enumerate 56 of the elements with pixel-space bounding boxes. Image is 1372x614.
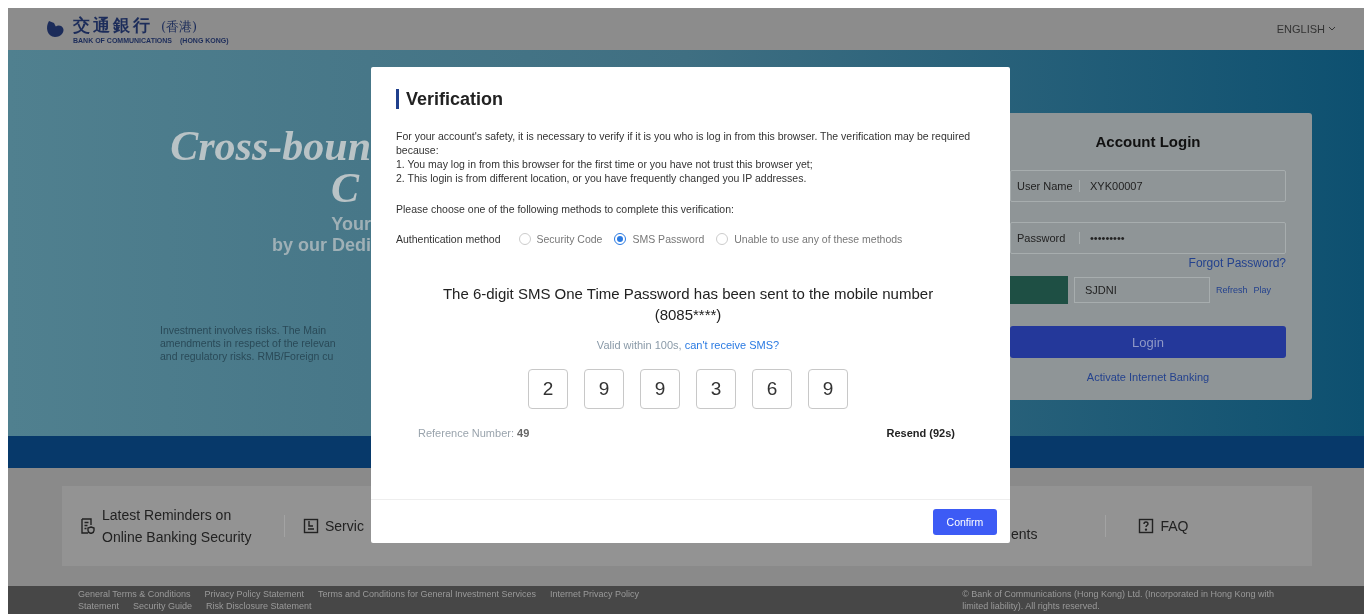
footer-link[interactable]: Terms and Conditions for General Investment Services: [317, 589, 537, 599]
banner-subtitle: by our Dedi: [272, 235, 371, 256]
copyright-text: limited liability). All rights reserved.: [962, 601, 1101, 611]
banner-subtitle: Your: [331, 214, 371, 235]
bank-name-chinese: 交通銀行: [73, 14, 153, 37]
method-option-label: SMS Password: [632, 233, 705, 245]
otp-digit-field[interactable]: 2: [528, 369, 568, 409]
method-radio-option[interactable]: SMS Password: [614, 233, 705, 245]
validity-text: Valid within 100s, can't receive SMS?: [595, 339, 781, 351]
dialog-title: Verification: [396, 89, 980, 109]
captcha-field[interactable]: SJDNI: [1074, 277, 1210, 303]
copyright-text: © Bank of Communications (Hong Kong) Ltd. (Incorporated in Hong Kong with: [962, 589, 1274, 599]
quick-link[interactable]: FAQ: [1160, 515, 1189, 537]
confirm-button[interactable]: Confirm: [933, 508, 997, 535]
login-title: Account Login: [1094, 133, 1202, 150]
footer-link[interactable]: Security Guide: [133, 601, 193, 611]
login-button[interactable]: Login: [1010, 326, 1286, 358]
chevron-down-icon: [1328, 26, 1336, 32]
activate-banking-link[interactable]: Activate Internet Banking: [1086, 371, 1210, 383]
refresh-link[interactable]: Refresh: [1216, 285, 1248, 295]
login-field[interactable]: User Name XYK00007: [1010, 170, 1286, 202]
footer-link[interactable]: Risk Disclosure Statement: [206, 601, 312, 611]
resend-button[interactable]: Resend (92s): [886, 427, 955, 439]
otp-digit-field[interactable]: 6: [752, 369, 792, 409]
banner-headline-fragment: C: [331, 170, 359, 206]
bank-region-chinese: (香港): [161, 18, 198, 36]
captcha-image: [1010, 276, 1068, 304]
otp-sent-message: The 6-digit SMS One Time Password has been sent to the mobile number (8085****): [441, 284, 935, 325]
login-field[interactable]: Password •••••••••: [1010, 222, 1286, 254]
method-label: Authentication method: [396, 233, 501, 245]
banner-headline: Cross-boun: [170, 122, 371, 170]
footer-link[interactable]: Internet Privacy Policy: [550, 589, 640, 599]
question-icon: [1138, 518, 1155, 534]
cant-receive-sms-link[interactable]: can't receive SMS?: [684, 339, 780, 351]
otp-digit-field[interactable]: 3: [696, 369, 736, 409]
quick-link[interactable]: Latest Reminders on Online Banking Security: [102, 504, 272, 548]
method-option-label: Security Code: [536, 233, 603, 245]
method-radio-option[interactable]: Security Code: [518, 233, 603, 245]
reference-number: Reference Number: 49: [418, 427, 530, 439]
otp-digit-field[interactable]: 9: [640, 369, 680, 409]
quick-link[interactable]: ents: [1011, 523, 1038, 545]
document-shield-icon: [80, 518, 96, 534]
dialog-intro: For your account's safety, it is necessary to verify if it is you who is log in from this browser. The verification may be required because:: [396, 129, 972, 157]
otp-digit-field[interactable]: 9: [584, 369, 624, 409]
play-link[interactable]: Play: [1253, 285, 1272, 295]
forgot-password-link[interactable]: Forgot Password?: [1188, 256, 1286, 270]
reason-text: 1. You may log in from this browser for the first time or you have not trust this browser yet;: [396, 157, 814, 171]
footer-link[interactable]: General Terms & Conditions: [78, 589, 191, 599]
reason-text: 2. This login is from different location, or you have frequently changed you IP addresses.: [396, 171, 808, 185]
method-prompt: Please choose one of the following methods to complete this verification:: [396, 203, 735, 215]
clipboard-icon: [303, 518, 319, 534]
footer-link[interactable]: Privacy Policy Statement: [204, 589, 304, 599]
quick-link[interactable]: Servic: [325, 515, 364, 537]
language-selector[interactable]: ENGLISH: [1276, 23, 1336, 35]
footer-link[interactable]: Statement: [78, 601, 120, 611]
otp-digit-field[interactable]: 9: [808, 369, 848, 409]
